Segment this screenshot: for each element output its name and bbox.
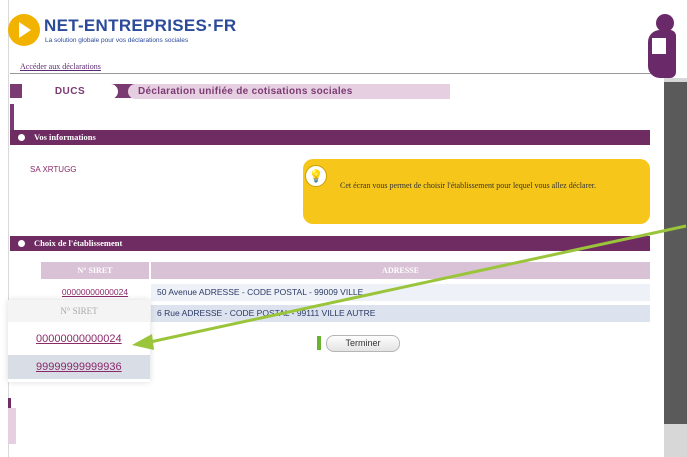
- annotation-arrow-icon: [132, 224, 687, 350]
